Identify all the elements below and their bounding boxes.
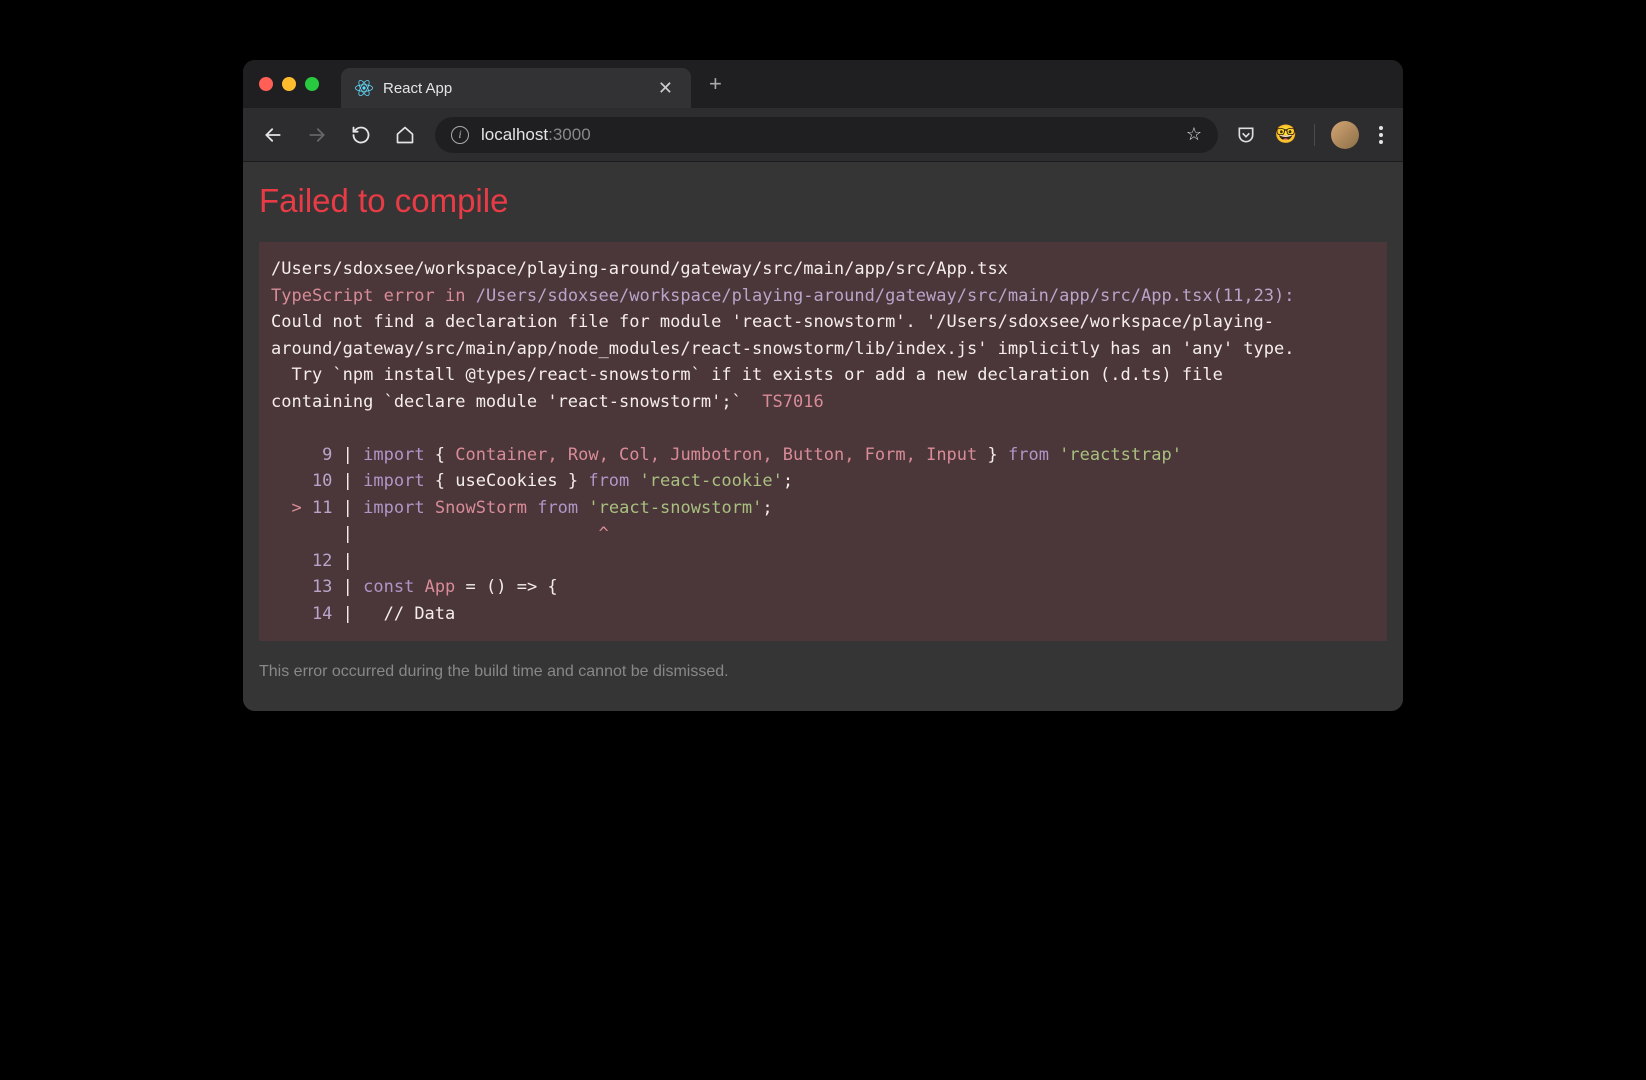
titlebar: React App ✕ +	[243, 60, 1403, 108]
ts-error-path: /Users/sdoxsee/workspace/playing-around/…	[476, 286, 1213, 306]
error-message-line-2: around/gateway/src/main/app/node_modules…	[271, 339, 1295, 359]
error-line-marker: >	[271, 498, 302, 518]
line-number-10: 10	[271, 471, 332, 491]
ts-error-location: (11,23)	[1213, 286, 1285, 306]
error-box: /Users/sdoxsee/workspace/playing-around/…	[259, 242, 1387, 641]
tab-title: React App	[383, 80, 644, 97]
error-footer-note: This error occurred during the build tim…	[259, 663, 1387, 681]
url-port: :3000	[548, 125, 591, 144]
toolbar: i localhost:3000 ☆ 🤓	[243, 108, 1403, 162]
ts-error-label: TypeScript error in	[271, 286, 476, 306]
line-number-13: 13	[271, 577, 332, 597]
line-number-12: 12	[271, 551, 332, 571]
error-title: Failed to compile	[259, 182, 1387, 220]
react-icon	[355, 79, 373, 97]
toolbar-divider	[1314, 124, 1315, 146]
maximize-window-button[interactable]	[305, 77, 319, 91]
home-button[interactable]	[391, 121, 419, 149]
error-message-line-3: Try `npm install @types/react-snowstorm`…	[271, 365, 1223, 385]
error-message-line-4: containing `declare module 'react-snowst…	[271, 392, 762, 412]
browser-menu-button[interactable]	[1375, 122, 1387, 148]
window-controls	[259, 77, 319, 91]
pocket-extension-icon[interactable]	[1234, 123, 1258, 147]
browser-window: React App ✕ + i localhost:3000 ☆ 🤓	[243, 60, 1403, 711]
page-content: Failed to compile /Users/sdoxsee/workspa…	[243, 162, 1403, 711]
reload-button[interactable]	[347, 121, 375, 149]
ts-error-code: TS7016	[762, 392, 823, 412]
error-file-path: /Users/sdoxsee/workspace/playing-around/…	[271, 259, 1008, 279]
extension-icon[interactable]: 🤓	[1274, 123, 1298, 147]
url-host: localhost	[481, 125, 548, 144]
back-button[interactable]	[259, 121, 287, 149]
error-caret: ^	[599, 524, 609, 544]
address-bar[interactable]: i localhost:3000 ☆	[435, 117, 1218, 153]
browser-tab[interactable]: React App ✕	[341, 68, 691, 108]
forward-button[interactable]	[303, 121, 331, 149]
line-number-14: 14	[271, 604, 332, 624]
error-message-line-1: Could not find a declaration file for mo…	[271, 312, 1274, 332]
site-info-icon[interactable]: i	[451, 126, 469, 144]
close-window-button[interactable]	[259, 77, 273, 91]
new-tab-button[interactable]: +	[709, 73, 722, 95]
close-tab-icon[interactable]: ✕	[654, 78, 677, 99]
line-number-11: 11	[302, 498, 333, 518]
line-number-9: 9	[271, 445, 332, 465]
url-text: localhost:3000	[481, 125, 1174, 145]
minimize-window-button[interactable]	[282, 77, 296, 91]
bookmark-icon[interactable]: ☆	[1186, 124, 1202, 145]
profile-avatar[interactable]	[1331, 121, 1359, 149]
